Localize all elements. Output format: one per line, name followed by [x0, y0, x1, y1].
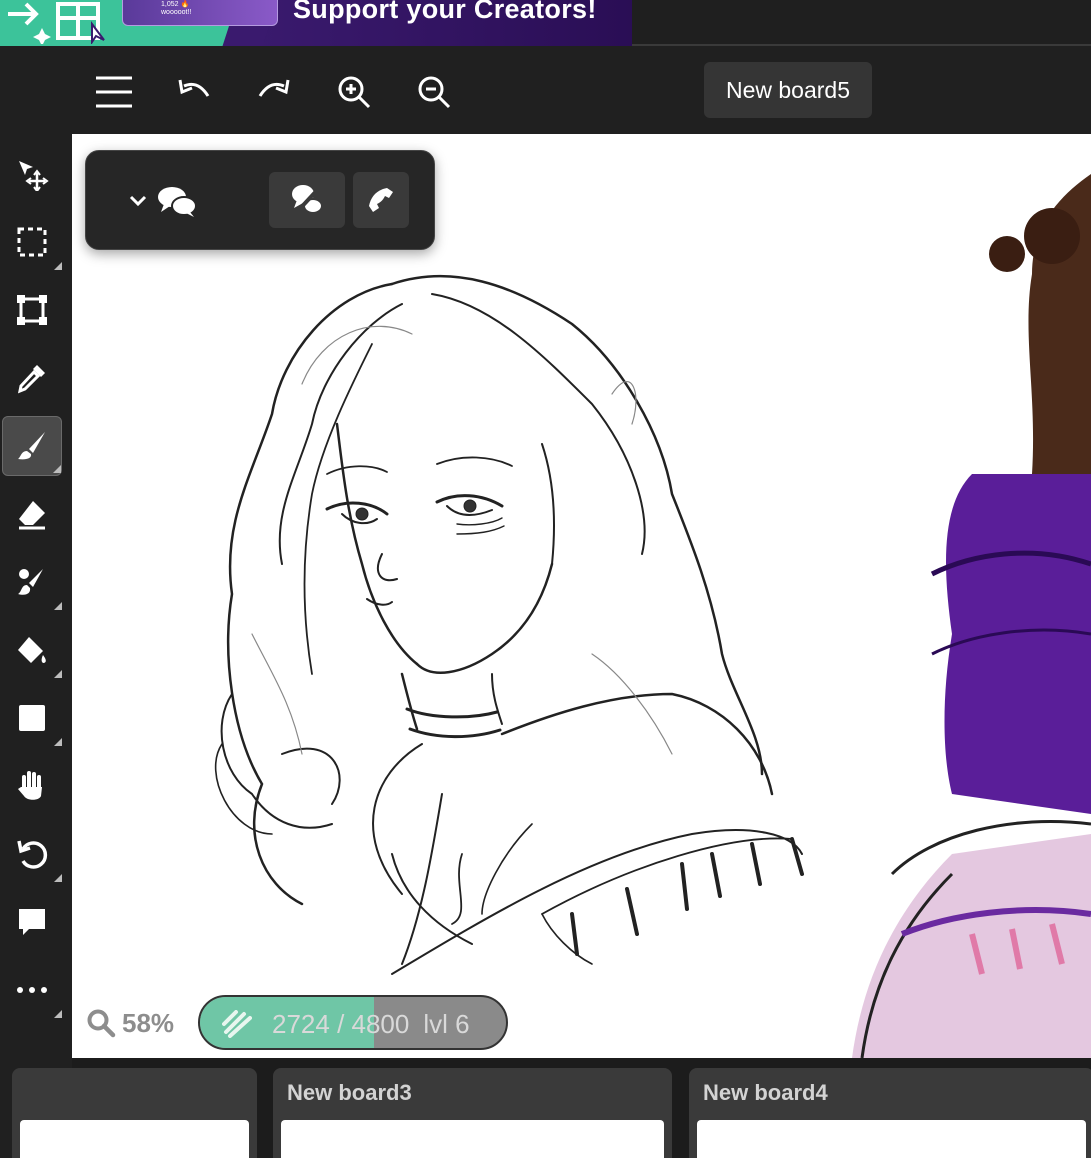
- submenu-indicator-icon: [54, 874, 62, 882]
- promo-headline: Support your Creators!: [293, 0, 597, 24]
- board-card-name: New board3: [287, 1080, 412, 1105]
- tool-more[interactable]: [2, 960, 62, 1020]
- current-board-name[interactable]: New board5: [704, 62, 872, 118]
- board-card[interactable]: New board3: [273, 1068, 672, 1158]
- comment-icon: [19, 909, 45, 935]
- xp-points: 2724 / 4800: [272, 1009, 410, 1039]
- more-dots-icon: [17, 987, 47, 993]
- board-card-name: New board4: [703, 1080, 828, 1105]
- eraser-icon: [19, 501, 45, 530]
- xp-label: 2724 / 4800 lvl 6: [272, 1009, 470, 1040]
- menu-icon: [96, 76, 132, 108]
- tool-blend[interactable]: [2, 552, 62, 612]
- redo-icon: [258, 79, 290, 97]
- tool-pan[interactable]: [2, 756, 62, 816]
- tool-shape[interactable]: [2, 688, 62, 748]
- undo-icon: [178, 79, 210, 97]
- undo-button[interactable]: [170, 68, 218, 116]
- marquee-select-icon: [17, 227, 47, 257]
- redo-button[interactable]: [250, 68, 298, 116]
- search-icon: [87, 1009, 116, 1038]
- move-arrow-icon: [19, 161, 49, 191]
- voice-chat-panel: [85, 150, 435, 250]
- hand-icon: [18, 771, 42, 800]
- transform-icon: [17, 295, 47, 325]
- zoom-indicator[interactable]: 58%: [86, 1006, 174, 1040]
- chat-bubbles-icon: [158, 187, 197, 217]
- board-thumbnail: [697, 1120, 1086, 1158]
- promo-card-caption: wooooot!!: [161, 9, 192, 16]
- gift-icon: [8, 2, 105, 44]
- drawing-canvas[interactable]: [72, 134, 1091, 1058]
- call-button[interactable]: [353, 172, 409, 228]
- promo-banner[interactable]: 1,052 🔥 wooooot!! Support your Creators!: [0, 0, 1091, 46]
- xp-level: lvl 6: [423, 1009, 470, 1039]
- promo-card: 1,052 🔥 wooooot!!: [122, 0, 278, 26]
- submenu-indicator-icon: [54, 738, 62, 746]
- tool-select[interactable]: [2, 212, 62, 272]
- board-card[interactable]: [12, 1068, 257, 1158]
- submenu-indicator-icon: [54, 1010, 62, 1018]
- zoom-level: 58%: [122, 1007, 175, 1038]
- paint-bucket-icon: [18, 637, 46, 663]
- blend-brush-icon: [18, 569, 43, 595]
- tool-transform[interactable]: [2, 280, 62, 340]
- xp-progress-bar: 2724 / 4800 lvl 6: [198, 995, 508, 1050]
- chevron-down-icon: [129, 195, 147, 207]
- eyedropper-icon: [17, 365, 45, 394]
- brush-strokes-icon: [222, 1010, 252, 1038]
- zoom-out-icon: [418, 76, 451, 109]
- rotate-icon: [17, 840, 48, 869]
- tool-rotate[interactable]: [2, 824, 62, 884]
- tool-move[interactable]: [2, 144, 62, 204]
- zoom-in-icon: [338, 76, 371, 109]
- submenu-indicator-icon: [53, 465, 61, 473]
- board-thumbnail: [20, 1120, 249, 1158]
- top-toolbar: [72, 46, 1091, 134]
- brush-icon: [18, 432, 45, 460]
- board-thumbnail: [281, 1120, 664, 1158]
- sketch-artwork: [214, 174, 1091, 1058]
- promo-ad[interactable]: 1,052 🔥 wooooot!! Support your Creators!: [0, 0, 632, 46]
- chat-collapse-toggle[interactable]: [126, 181, 210, 221]
- tool-comment[interactable]: [2, 892, 62, 952]
- tool-eraser[interactable]: [2, 484, 62, 544]
- tool-sidebar: [0, 46, 72, 1158]
- submenu-indicator-icon: [54, 262, 62, 270]
- hide-cursors-button[interactable]: [269, 172, 345, 228]
- phone-icon: [369, 188, 393, 212]
- square-shape-icon: [19, 705, 45, 731]
- board-list: New board3 New board4: [12, 1058, 1091, 1158]
- submenu-indicator-icon: [54, 670, 62, 678]
- tool-eyedropper[interactable]: [2, 348, 62, 408]
- zoom-out-button[interactable]: [410, 68, 458, 116]
- tool-brush[interactable]: [2, 416, 62, 476]
- board-card[interactable]: New board4: [689, 1068, 1091, 1158]
- tool-fill[interactable]: [2, 620, 62, 680]
- zoom-in-button[interactable]: [330, 68, 378, 116]
- promo-card-count: 1,052 🔥: [161, 1, 190, 8]
- submenu-indicator-icon: [54, 602, 62, 610]
- cursor-hidden-icon: [292, 184, 323, 216]
- menu-button[interactable]: [90, 68, 138, 116]
